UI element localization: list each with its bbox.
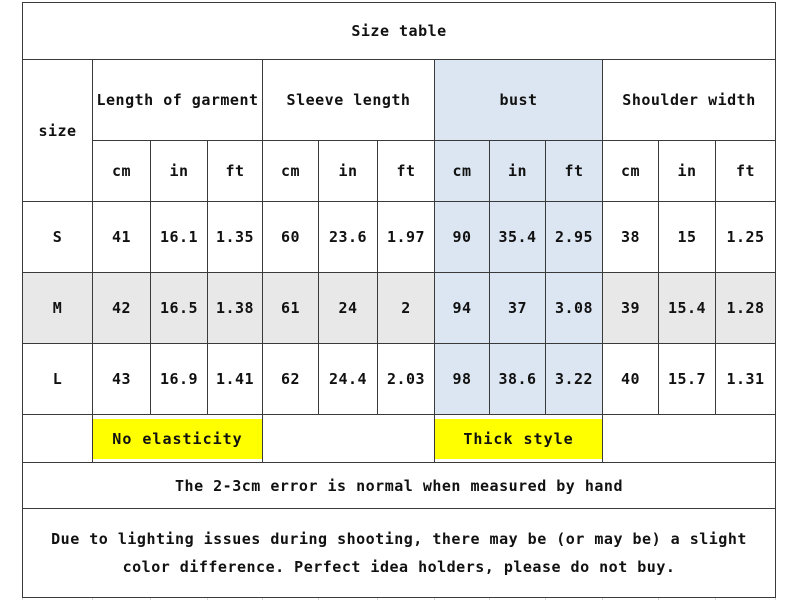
measurement-warning-text: The 2-3cm error is normal when measured …	[21, 462, 777, 509]
cell-value: 2.03	[377, 343, 435, 415]
cell-value: 16.1	[150, 201, 208, 273]
cell-value: 16.9	[150, 343, 208, 415]
measurement-warning-row: The 2-3cm error is normal when measured …	[21, 462, 777, 509]
unit-header-row: cm in ft cm in ft cm in ft cm in ft	[23, 140, 777, 202]
cell-value: 15.4	[658, 272, 716, 344]
group-header-sleeve: Sleeve length	[262, 59, 435, 141]
color-disclaimer-text: Due to lighting issues during shooting, …	[21, 508, 777, 598]
cell-value: 38	[602, 201, 659, 273]
cell-value: 37	[489, 272, 546, 344]
elasticity-chip: No elasticity	[93, 418, 262, 459]
chip-row-spacer-left	[22, 414, 93, 463]
cell-value: 39	[602, 272, 659, 344]
group-header-row: size Length of garment Sleeve length bus…	[22, 59, 777, 202]
cell-value: 1.25	[714, 201, 777, 273]
chip-row-spacer-right	[601, 414, 777, 463]
cell-value: 41	[92, 201, 151, 273]
unit-header-sleeve-cm: cm	[262, 140, 319, 202]
unit-header-shoulder-ft: ft	[714, 140, 777, 202]
cell-value: 1.35	[207, 201, 263, 273]
feature-chip-row: No elasticity Thick style	[22, 414, 777, 463]
table-row: S 41 16.1 1.35 60 23.6 1.97 90 35.4 2.95…	[22, 201, 777, 273]
unit-header-length-cm: cm	[92, 140, 151, 202]
cell-value: 38.6	[489, 343, 546, 415]
unit-header-shoulder-cm: cm	[602, 140, 659, 202]
group-header-bust: bust	[434, 59, 603, 141]
unit-header-bust-ft: ft	[545, 140, 603, 202]
group-header-length: Length of garment	[92, 59, 263, 141]
unit-header-length-ft: ft	[207, 140, 263, 202]
cell-value: 15.7	[658, 343, 716, 415]
page-title: Size table	[21, 2, 777, 60]
cell-value: 1.38	[207, 272, 263, 344]
cell-value: 24	[318, 272, 378, 344]
unit-header-bust-cm: cm	[434, 140, 490, 202]
cell-value: 94	[434, 272, 490, 344]
cell-value: 23.6	[318, 201, 378, 273]
cell-value: 2	[377, 272, 435, 344]
size-chart-sheet: Size table size Length of garment Sleeve…	[0, 0, 800, 600]
unit-header-length-in: in	[150, 140, 208, 202]
cell-value: 2.95	[545, 201, 603, 273]
cell-value: 35.4	[489, 201, 546, 273]
cell-value: 15	[658, 201, 716, 273]
cell-value: 61	[262, 272, 319, 344]
chip-row-spacer-mid	[262, 414, 435, 463]
size-column-header: size	[22, 59, 93, 202]
unit-header-shoulder-in: in	[658, 140, 716, 202]
cell-value: 1.41	[207, 343, 263, 415]
unit-header-sleeve-in: in	[318, 140, 378, 202]
unit-header-bust-in: in	[489, 140, 546, 202]
cell-value: 40	[602, 343, 659, 415]
cell-value: 42	[92, 272, 151, 344]
row-size-label: S	[22, 201, 93, 273]
cell-value: 60	[262, 201, 319, 273]
cell-value: 3.08	[545, 272, 603, 344]
cell-value: 1.97	[377, 201, 435, 273]
table-row: M 42 16.5 1.38 61 24 2 94 37 3.08 39 15.…	[22, 272, 777, 344]
elasticity-chip-cell: No elasticity	[92, 414, 263, 463]
cell-value: 43	[92, 343, 151, 415]
unit-header-sleeve-ft: ft	[377, 140, 435, 202]
cell-value: 90	[434, 201, 490, 273]
table-row: L 43 16.9 1.41 62 24.4 2.03 98 38.6 3.22…	[22, 343, 777, 415]
cell-value: 3.22	[545, 343, 603, 415]
size-table: Size table size Length of garment Sleeve…	[21, 2, 777, 600]
title-row: Size table	[21, 2, 777, 60]
cell-value: 1.31	[714, 343, 777, 415]
group-header-shoulder: Shoulder width	[601, 59, 777, 141]
cell-value: 98	[434, 343, 490, 415]
cell-value: 62	[262, 343, 319, 415]
thickness-chip-cell: Thick style	[434, 414, 603, 463]
row-size-label: L	[22, 343, 93, 415]
cell-value: 24.4	[318, 343, 378, 415]
cell-value: 1.28	[714, 272, 777, 344]
color-disclaimer-row: Due to lighting issues during shooting, …	[21, 508, 777, 598]
thickness-chip: Thick style	[435, 418, 602, 459]
cell-value: 16.5	[150, 272, 208, 344]
row-size-label: M	[22, 272, 93, 344]
